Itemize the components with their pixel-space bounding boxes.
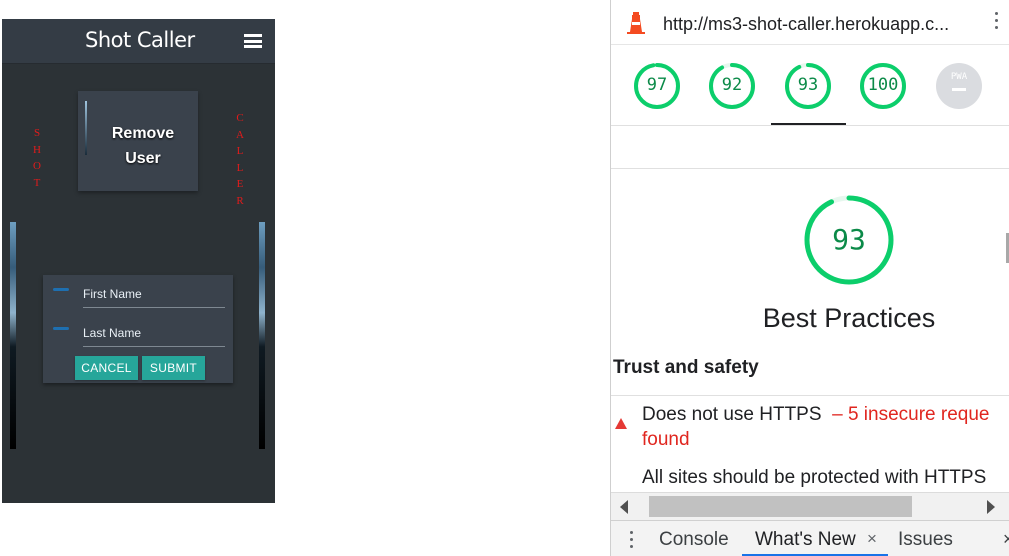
card-title-line1: Remove: [111, 125, 175, 142]
pwa-dash-icon: [952, 88, 966, 91]
side-letter: C: [236, 112, 244, 124]
audited-url: http://ms3-shot-caller.herokuapp.c...: [663, 14, 950, 34]
decorative-bar-left: [10, 222, 16, 449]
divider: [611, 395, 1009, 396]
last-name-underline: [83, 346, 225, 347]
drawer-menu-icon[interactable]: [630, 531, 634, 549]
selected-gauge-indicator: [771, 123, 846, 125]
tab-issues[interactable]: Issues: [898, 529, 953, 551]
tab-console[interactable]: Console: [659, 529, 729, 551]
brand-logo[interactable]: Shot Caller: [85, 28, 195, 52]
side-text-caller: CALLER: [234, 110, 246, 209]
user-icon: [53, 327, 69, 330]
first-name-label: First Name: [83, 287, 142, 301]
close-tab-icon[interactable]: ×: [867, 529, 877, 549]
audit-title-text: Does not use HTTPS: [642, 404, 822, 425]
user-form: First Name Last Name CANCEL SUBMIT: [43, 275, 233, 383]
more-options-icon[interactable]: [995, 12, 999, 34]
side-letter: E: [236, 178, 244, 190]
side-letter: S: [33, 127, 41, 139]
audit-description: All sites should be protected with HTTPS: [642, 467, 987, 488]
close-drawer-icon[interactable]: ×: [1003, 529, 1009, 550]
score-gauges: 97 92 93 100 PWA: [611, 44, 1009, 126]
audit-detail: – 5 insecure reque: [832, 404, 990, 425]
side-letter: T: [33, 176, 41, 189]
first-name-field[interactable]: First Name: [53, 282, 225, 308]
card-title-line2: User: [125, 150, 161, 167]
remove-user-card[interactable]: Remove User: [78, 91, 198, 191]
cancel-button[interactable]: CANCEL: [75, 356, 138, 380]
gauge-performance[interactable]: 97: [633, 62, 681, 110]
last-name-field[interactable]: Last Name: [53, 321, 225, 347]
side-letter: L: [236, 145, 244, 157]
gauge-best-practices[interactable]: 93: [784, 62, 832, 110]
decorative-bar-right: [259, 222, 265, 449]
pwa-label: PWA: [950, 72, 968, 82]
fail-triangle-icon: [615, 418, 627, 429]
gauge-score: 93: [797, 75, 819, 95]
devtools-panel: http://ms3-shot-caller.herokuapp.c... 97…: [610, 0, 1009, 556]
side-letter: H: [33, 143, 41, 156]
app-viewport: Shot Caller SHOT CALLER Remove User Firs…: [2, 19, 275, 503]
submit-button[interactable]: SUBMIT: [142, 356, 205, 380]
divider: [611, 168, 1009, 169]
scrollbar-thumb[interactable]: [649, 496, 912, 517]
lighthouse-icon: [627, 12, 645, 34]
tab-whats-new[interactable]: What's New: [755, 529, 856, 551]
side-letter: L: [236, 161, 244, 174]
gauge-score: 92: [721, 75, 743, 95]
side-letter: A: [236, 128, 244, 141]
gauge-score: 100: [867, 75, 899, 95]
scroll-right-icon[interactable]: [987, 500, 995, 514]
remove-user-title: Remove User: [78, 121, 208, 171]
category-score: 93: [832, 223, 866, 256]
first-name-underline: [83, 307, 225, 308]
hamburger-menu-icon[interactable]: [244, 34, 262, 48]
gauge-score: 97: [646, 75, 668, 95]
lighthouse-url-bar: http://ms3-shot-caller.herokuapp.c...: [611, 0, 1009, 45]
category-title: Best Practices: [762, 303, 936, 333]
scroll-left-icon[interactable]: [620, 500, 628, 514]
horizontal-scrollbar[interactable]: [611, 492, 1009, 520]
devtools-drawer: Console What's New × Issues ×: [611, 520, 1009, 556]
gauge-accessibility[interactable]: 92: [708, 62, 756, 110]
navbar: Shot Caller: [2, 19, 275, 64]
user-icon: [53, 288, 69, 291]
audit-group-title: Trust and safety: [613, 357, 759, 378]
audit-detail-cont: found: [642, 429, 690, 450]
last-name-label: Last Name: [83, 326, 142, 340]
gauge-pwa[interactable]: PWA: [935, 62, 983, 110]
side-letter: R: [236, 194, 244, 207]
audit-https[interactable]: Does not use HTTPS – 5 insecure reque fo…: [642, 402, 1009, 452]
category-gauge: 93: [803, 194, 895, 286]
side-letter: O: [33, 160, 41, 172]
gauge-seo[interactable]: 100: [859, 62, 907, 110]
side-text-shot: SHOT: [31, 125, 43, 191]
